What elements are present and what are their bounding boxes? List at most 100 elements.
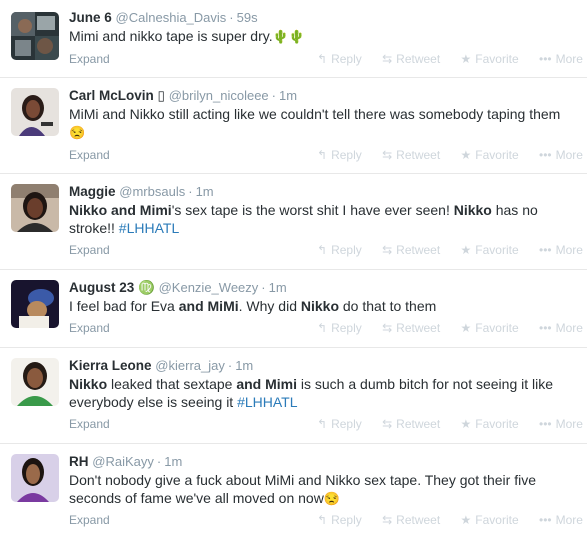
expand-link[interactable]: Expand: [69, 243, 110, 257]
tweet-item[interactable]: RH @RaiKayy · 1m Don't nobody give a fuck …: [0, 444, 587, 545]
retweet-button[interactable]: ⇆ Retweet: [382, 321, 440, 335]
timestamp[interactable]: 1m: [279, 88, 297, 103]
reply-button[interactable]: ↰ Reply: [317, 52, 362, 66]
timestamp[interactable]: 59s: [237, 10, 258, 25]
star-icon: ★: [460, 52, 472, 66]
more-button[interactable]: ••• More: [539, 243, 583, 257]
retweet-button[interactable]: ⇆ Retweet: [382, 52, 440, 66]
star-icon: ★: [460, 243, 472, 257]
expand-link[interactable]: Expand: [69, 321, 110, 335]
avatar[interactable]: [11, 358, 59, 406]
emoji: 🌵🌵: [272, 29, 305, 44]
tweet-item[interactable]: Kierra Leone @kierra_jay · 1m Nikko leaked…: [0, 348, 587, 444]
retweet-button[interactable]: ⇆ Retweet: [382, 243, 440, 257]
expand-link[interactable]: Expand: [69, 417, 110, 431]
reply-label: Reply: [331, 321, 362, 335]
timestamp[interactable]: 1m: [235, 358, 253, 373]
ellipsis-icon: •••: [539, 513, 552, 527]
more-label: More: [555, 513, 583, 527]
favorite-button[interactable]: ★ Favorite: [461, 243, 519, 257]
hashtag-link[interactable]: #LHHATL: [119, 220, 179, 236]
user-name[interactable]: RH: [69, 454, 89, 469]
reply-button[interactable]: ↰ Reply: [317, 321, 362, 335]
reply-button[interactable]: ↰ Reply: [317, 243, 362, 257]
more-button[interactable]: ••• More: [539, 52, 583, 66]
reply-arrow-icon: ↰: [317, 243, 328, 257]
user-name[interactable]: Maggie: [69, 184, 116, 199]
emoji: 😒: [323, 491, 340, 506]
favorite-button[interactable]: ★ Favorite: [461, 52, 519, 66]
expand-link[interactable]: Expand: [69, 52, 110, 66]
avatar[interactable]: [11, 454, 59, 502]
favorite-button[interactable]: ★ Favorite: [461, 417, 519, 431]
highlighted-keyword: and: [236, 376, 262, 392]
avatar[interactable]: [11, 280, 59, 328]
user-handle[interactable]: @kierra_jay: [155, 358, 225, 373]
reply-label: Reply: [331, 417, 362, 431]
user-name[interactable]: Kierra Leone: [69, 358, 152, 373]
avatar[interactable]: [11, 88, 59, 136]
user-handle[interactable]: @mrbsauls: [119, 184, 185, 199]
timestamp[interactable]: 1m: [196, 184, 214, 199]
text-segment: Don't nobody give a fuck about MiMi and …: [69, 472, 536, 506]
more-label: More: [555, 148, 583, 162]
text-segment: 's sex tape is the worst shit I have eve…: [171, 202, 454, 218]
reply-button[interactable]: ↰ Reply: [317, 148, 362, 162]
reply-label: Reply: [331, 52, 362, 66]
more-button[interactable]: ••• More: [539, 417, 583, 431]
separator-dot: ·: [188, 184, 193, 199]
reply-button[interactable]: ↰ Reply: [317, 417, 362, 431]
user-name[interactable]: Carl McLovin: [69, 88, 154, 103]
highlighted-keyword: and: [178, 298, 204, 314]
text-segment: leaked that sextape: [107, 376, 237, 392]
expand-link[interactable]: Expand: [69, 513, 110, 527]
hashtag-link[interactable]: #LHHATL: [237, 394, 297, 410]
favorite-button[interactable]: ★ Favorite: [461, 148, 519, 162]
retweet-label: Retweet: [396, 52, 441, 66]
tweet-header: Carl McLovin ▯ @brilyn_nicoleee · 1m: [69, 87, 297, 105]
avatar[interactable]: [11, 184, 59, 232]
retweet-label: Retweet: [396, 148, 441, 162]
reply-button[interactable]: ↰ Reply: [317, 513, 362, 527]
favorite-button[interactable]: ★ Favorite: [461, 321, 519, 335]
tweet-item[interactable]: August 23 ♍ @Kenzie_Weezy · 1m I feel bad …: [0, 270, 587, 348]
user-name[interactable]: August 23: [69, 280, 134, 295]
timestamp[interactable]: 1m: [269, 280, 287, 295]
user-handle[interactable]: @Kenzie_Weezy: [159, 280, 259, 295]
retweet-button[interactable]: ⇆ Retweet: [382, 148, 440, 162]
tweet-text: Mimi and nikko tape is super dry.🌵🌵: [69, 27, 577, 46]
avatar[interactable]: [11, 12, 59, 60]
separator-dot: ·: [261, 280, 266, 295]
favorite-button[interactable]: ★ Favorite: [461, 513, 519, 527]
user-handle[interactable]: @Calneshia_Davis: [116, 10, 227, 25]
star-icon: ★: [460, 513, 472, 527]
retweet-label: Retweet: [396, 417, 441, 431]
more-button[interactable]: ••• More: [539, 148, 583, 162]
text-segment: Mimi and nikko tape is super dry.: [69, 28, 273, 44]
timestamp[interactable]: 1m: [164, 454, 182, 469]
user-name[interactable]: June 6: [69, 10, 112, 25]
more-label: More: [555, 243, 583, 257]
more-button[interactable]: ••• More: [539, 321, 583, 335]
user-handle[interactable]: @RaiKayy: [92, 454, 154, 469]
retweet-icon: ⇆: [382, 513, 393, 527]
expand-link[interactable]: Expand: [69, 148, 110, 162]
tweet-header: Kierra Leone @kierra_jay · 1m: [69, 357, 253, 375]
retweet-icon: ⇆: [382, 148, 393, 162]
user-handle[interactable]: @brilyn_nicoleee: [169, 88, 269, 103]
retweet-button[interactable]: ⇆ Retweet: [382, 417, 440, 431]
tweet-actions: ↰ Reply ⇆ Retweet ★ Favorite ••• More: [317, 243, 583, 257]
retweet-icon: ⇆: [382, 52, 393, 66]
separator-dot: ·: [227, 358, 233, 373]
highlighted-keyword: Nikko: [300, 298, 339, 314]
reply-arrow-icon: ↰: [317, 321, 328, 335]
tweet-item[interactable]: Maggie @mrbsauls · 1m Nikko and Mimi's sex…: [0, 174, 587, 270]
tweet-actions: ↰ Reply ⇆ Retweet ★ Favorite ••• More: [317, 148, 583, 162]
tweet-item[interactable]: June 6 @Calneshia_Davis · 59s Mimi and nik…: [0, 0, 587, 78]
highlighted-keyword: Nikko: [453, 202, 492, 218]
tweet-item[interactable]: Carl McLovin ▯ @brilyn_nicoleee · 1m MiMi …: [0, 78, 587, 174]
retweet-button[interactable]: ⇆ Retweet: [382, 513, 440, 527]
tweet-text: I feel bad for Eva and MiMi. Why did Nik…: [69, 297, 577, 315]
star-icon: ★: [460, 148, 472, 162]
more-button[interactable]: ••• More: [539, 513, 583, 527]
